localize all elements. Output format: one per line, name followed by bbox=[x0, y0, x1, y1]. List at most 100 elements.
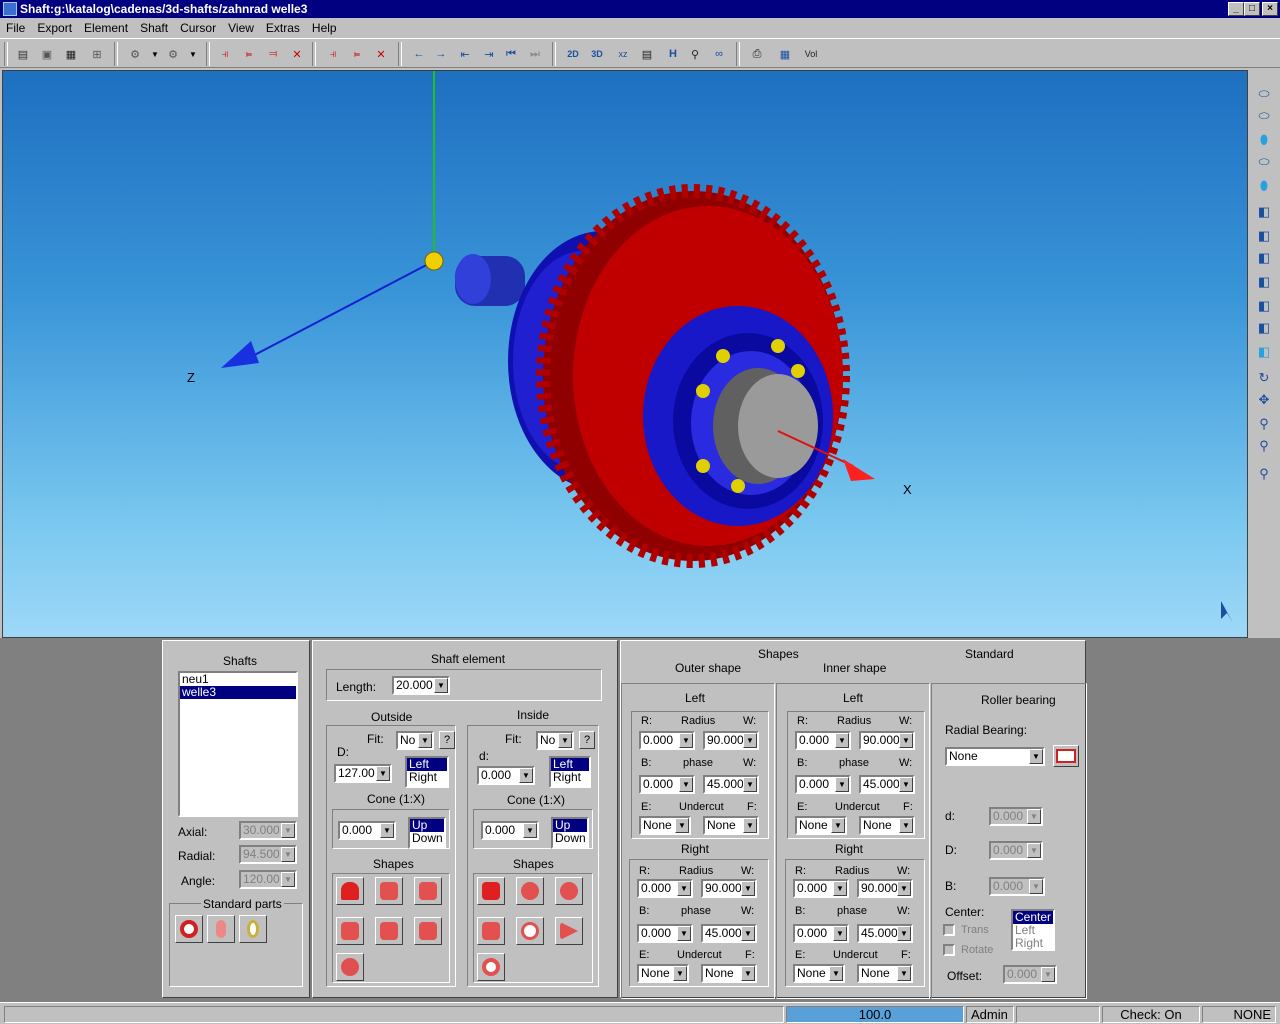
chevron-down-icon[interactable]: ▼ bbox=[523, 823, 537, 838]
shape-undercut-icon[interactable] bbox=[414, 877, 442, 905]
chevron-down-icon[interactable]: ▼ bbox=[899, 818, 913, 833]
inner-left-phase-combo[interactable]: 0.000 ▼ bbox=[795, 775, 851, 794]
center-list[interactable]: Center Left Right bbox=[1011, 909, 1055, 951]
rotate-icon[interactable]: ↻ bbox=[1252, 368, 1276, 388]
cylinder-view-1-icon[interactable]: ⬭ bbox=[1252, 84, 1276, 104]
inside-direction-list[interactable]: Up Down bbox=[551, 817, 589, 849]
menu-file[interactable]: File bbox=[0, 18, 31, 38]
radial-bearing-combo[interactable]: None ▼ bbox=[945, 747, 1045, 766]
app-icon[interactable] bbox=[3, 2, 17, 16]
chevron-down-icon[interactable]: ▼ bbox=[897, 926, 911, 941]
inner-left-f-combo[interactable]: None ▼ bbox=[859, 816, 915, 835]
outside-fit-combo[interactable]: No ▼ bbox=[396, 731, 434, 750]
inner-left-radius-combo[interactable]: 0.000 ▼ bbox=[795, 731, 851, 750]
inner-shape-groove-icon[interactable] bbox=[477, 917, 505, 945]
shape-chamfer-icon[interactable] bbox=[375, 877, 403, 905]
chevron-down-icon[interactable]: ▼ bbox=[673, 966, 687, 981]
outer-right-w2-combo[interactable]: 45.000 ▼ bbox=[701, 924, 757, 943]
outer-right-phase-combo[interactable]: 0.000 ▼ bbox=[637, 924, 693, 943]
insert-left-icon[interactable]: ⫣ bbox=[214, 43, 236, 65]
shape-round-icon[interactable] bbox=[336, 877, 364, 905]
last-icon[interactable]: ⇥ bbox=[478, 43, 500, 65]
grid-icon[interactable]: ⊞ bbox=[86, 43, 108, 65]
chevron-down-icon[interactable]: ▼ bbox=[741, 926, 755, 941]
shape-hole-icon[interactable] bbox=[414, 917, 442, 945]
washer-part-icon[interactable] bbox=[239, 915, 267, 943]
outer-right-w-combo[interactable]: 90.000 ▼ bbox=[701, 879, 757, 898]
length-combo[interactable]: 20.000 ▼ bbox=[392, 676, 450, 695]
tool-icon[interactable]: ⚙ bbox=[124, 43, 146, 65]
menu-cursor[interactable]: Cursor bbox=[174, 18, 222, 38]
outer-left-e-combo[interactable]: None ▼ bbox=[639, 816, 691, 835]
chevron-down-icon[interactable]: ▼ bbox=[833, 881, 847, 896]
outside-side-list[interactable]: Left Right bbox=[405, 756, 449, 788]
inner-shape-seal-icon[interactable] bbox=[477, 953, 505, 981]
menu-extras[interactable]: Extras bbox=[260, 18, 306, 38]
save-icon[interactable]: ▦ bbox=[60, 43, 82, 65]
list-item[interactable]: Down bbox=[410, 832, 444, 845]
list-item[interactable]: Right bbox=[1013, 937, 1053, 950]
inner-left-w2-combo[interactable]: 45.000 ▼ bbox=[859, 775, 915, 794]
chevron-down-icon[interactable]: ▼ bbox=[899, 777, 913, 792]
trans-checkbox[interactable] bbox=[943, 924, 955, 936]
cube-view-4-icon[interactable]: ◧ bbox=[1252, 272, 1276, 292]
cylinder-view-4-icon[interactable]: ⬭ bbox=[1252, 152, 1276, 172]
cylinder-view-3-icon[interactable]: ⬮ bbox=[1252, 130, 1276, 150]
first-icon[interactable]: ⇤ bbox=[454, 43, 476, 65]
outer-right-f-combo[interactable]: None ▼ bbox=[701, 964, 757, 983]
chevron-down-icon[interactable]: ▼ bbox=[899, 733, 913, 748]
dropdown-arrow-icon[interactable]: ▼ bbox=[182, 43, 204, 65]
zoom-all-icon[interactable]: ⚲ bbox=[1252, 464, 1276, 484]
list-item[interactable]: Right bbox=[407, 771, 447, 784]
shaft-right-icon[interactable]: ⫢ bbox=[346, 43, 368, 65]
list-item[interactable]: Down bbox=[553, 832, 587, 845]
view-3d-icon[interactable]: 3D bbox=[586, 43, 608, 65]
inner-shape-undercut-icon[interactable] bbox=[555, 877, 583, 905]
inside-side-list[interactable]: Left Right bbox=[549, 756, 591, 788]
cube-view-3-icon[interactable]: ◧ bbox=[1252, 248, 1276, 268]
inner-right-f-combo[interactable]: None ▼ bbox=[857, 964, 913, 983]
chevron-down-icon[interactable]: ▼ bbox=[835, 777, 849, 792]
outside-d-combo[interactable]: 127.00 ▼ bbox=[334, 764, 392, 783]
view-2d-icon[interactable]: 2D bbox=[562, 43, 584, 65]
chevron-down-icon[interactable]: ▼ bbox=[741, 881, 755, 896]
cube-view-7-icon[interactable]: ◧ bbox=[1252, 342, 1276, 362]
inner-right-radius-combo[interactable]: 0.000 ▼ bbox=[793, 879, 849, 898]
xz-view-icon[interactable]: xz bbox=[612, 43, 634, 65]
inner-left-e-combo[interactable]: None ▼ bbox=[795, 816, 847, 835]
chevron-down-icon[interactable]: ▼ bbox=[434, 678, 448, 693]
chevron-down-icon[interactable]: ▼ bbox=[376, 766, 390, 781]
inner-right-w-combo[interactable]: 90.000 ▼ bbox=[857, 879, 913, 898]
inside-cone-combo[interactable]: 0.000 ▼ bbox=[481, 821, 539, 840]
inner-right-e-combo[interactable]: None ▼ bbox=[793, 964, 845, 983]
outer-left-w2-combo[interactable]: 45.000 ▼ bbox=[703, 775, 759, 794]
ring-part-icon[interactable] bbox=[207, 915, 235, 943]
chevron-down-icon[interactable]: ▼ bbox=[897, 966, 911, 981]
cube-view-2-icon[interactable]: ◧ bbox=[1252, 226, 1276, 246]
insert-mid-icon[interactable]: ⫤ bbox=[262, 43, 284, 65]
rewind-icon[interactable]: ⏮ bbox=[500, 43, 522, 65]
move-right-icon[interactable]: → bbox=[430, 43, 452, 65]
h-icon[interactable]: H bbox=[662, 43, 684, 65]
chevron-down-icon[interactable]: ▼ bbox=[519, 768, 533, 783]
inner-shape-chamfer-icon[interactable] bbox=[516, 877, 544, 905]
outer-right-e-combo[interactable]: None ▼ bbox=[637, 964, 689, 983]
menu-export[interactable]: Export bbox=[31, 18, 78, 38]
chevron-down-icon[interactable]: ▼ bbox=[741, 966, 755, 981]
inner-left-w-combo[interactable]: 90.000 ▼ bbox=[859, 731, 915, 750]
chevron-down-icon[interactable]: ▼ bbox=[380, 823, 394, 838]
menu-shaft[interactable]: Shaft bbox=[134, 18, 174, 38]
minimize-button[interactable]: _ bbox=[1228, 2, 1244, 16]
move-left-icon[interactable]: ← bbox=[408, 43, 430, 65]
outside-help-button[interactable]: ? bbox=[439, 731, 455, 749]
chevron-down-icon[interactable]: ▼ bbox=[1029, 749, 1043, 764]
glasses-icon[interactable]: ∞ bbox=[708, 43, 730, 65]
chevron-down-icon[interactable]: ▼ bbox=[743, 818, 757, 833]
inside-fit-combo[interactable]: No ▼ bbox=[536, 731, 574, 750]
outer-left-w-combo[interactable]: 90.000 ▼ bbox=[703, 731, 759, 750]
chevron-down-icon[interactable]: ▼ bbox=[677, 926, 691, 941]
outside-cone-combo[interactable]: 0.000 ▼ bbox=[338, 821, 396, 840]
chevron-down-icon[interactable]: ▼ bbox=[743, 777, 757, 792]
chevron-down-icon[interactable]: ▼ bbox=[679, 777, 693, 792]
delete-element-icon[interactable]: ✕ bbox=[286, 43, 308, 65]
